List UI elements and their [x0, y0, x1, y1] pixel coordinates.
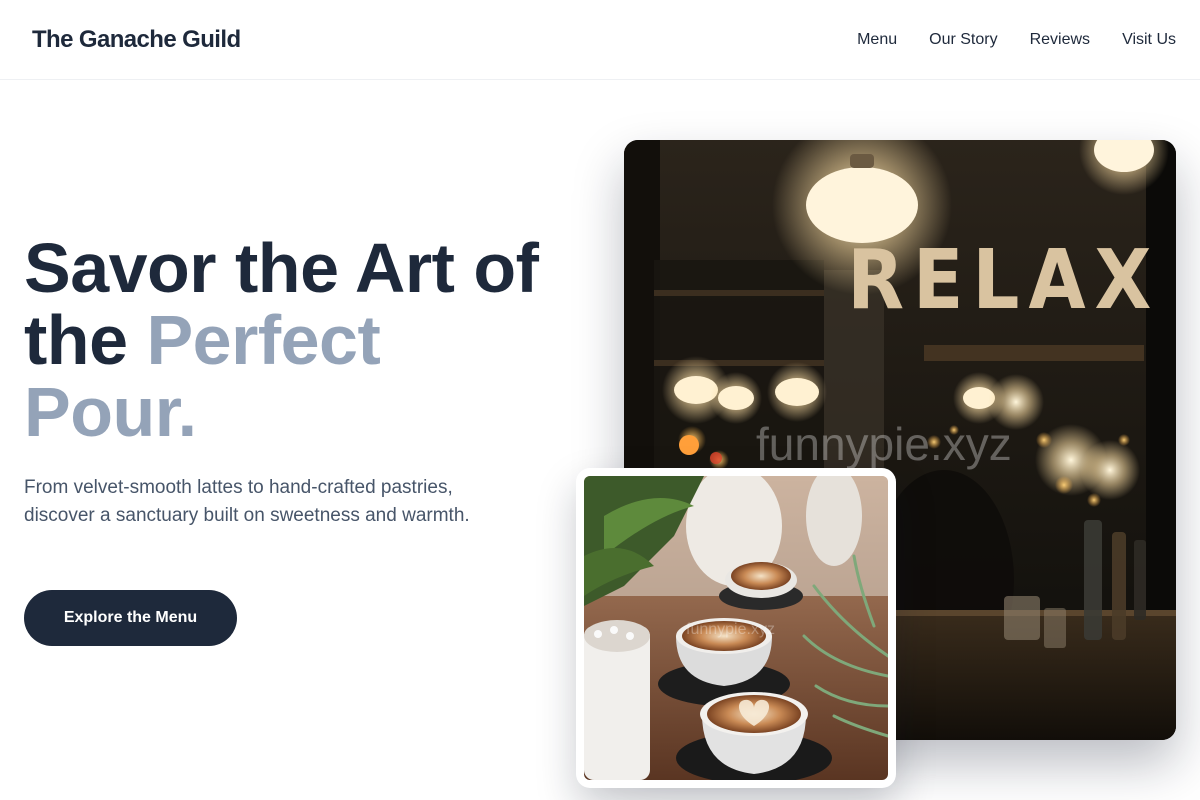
nav-item-menu[interactable]: Menu — [857, 31, 897, 49]
nav-item-visit-us[interactable]: Visit Us — [1122, 31, 1176, 49]
nav-item-reviews[interactable]: Reviews — [1030, 31, 1090, 49]
hero-title-accent: Perfect — [146, 301, 381, 379]
latte-photo-card: funnypie.xyz — [576, 468, 896, 788]
relax-sign-text: RELAX — [847, 233, 1160, 328]
hero-title: Savor the Art of the Perfect Pour. — [24, 232, 604, 448]
latte-illustration: funnypie.xyz — [584, 476, 888, 780]
hero-title-accent-line3: Pour. — [24, 373, 197, 451]
latte-photo: funnypie.xyz — [584, 476, 888, 780]
main-photo-watermark: funnypie.xyz — [756, 418, 1012, 470]
hero-title-line2: the — [24, 301, 147, 379]
small-photo-watermark: funnypie.xyz — [686, 621, 775, 638]
nav-item-our-story[interactable]: Our Story — [929, 31, 997, 49]
hero-title-line1: Savor the Art of — [24, 229, 539, 307]
site-header: The Ganache Guild Menu Our Story Reviews… — [0, 0, 1200, 80]
explore-menu-button[interactable]: Explore the Menu — [24, 590, 237, 646]
main-nav: Menu Our Story Reviews Visit Us — [857, 31, 1176, 49]
brand-logo[interactable]: The Ganache Guild — [32, 26, 241, 54]
hero-subtitle: From velvet-smooth lattes to hand-crafte… — [24, 477, 470, 526]
